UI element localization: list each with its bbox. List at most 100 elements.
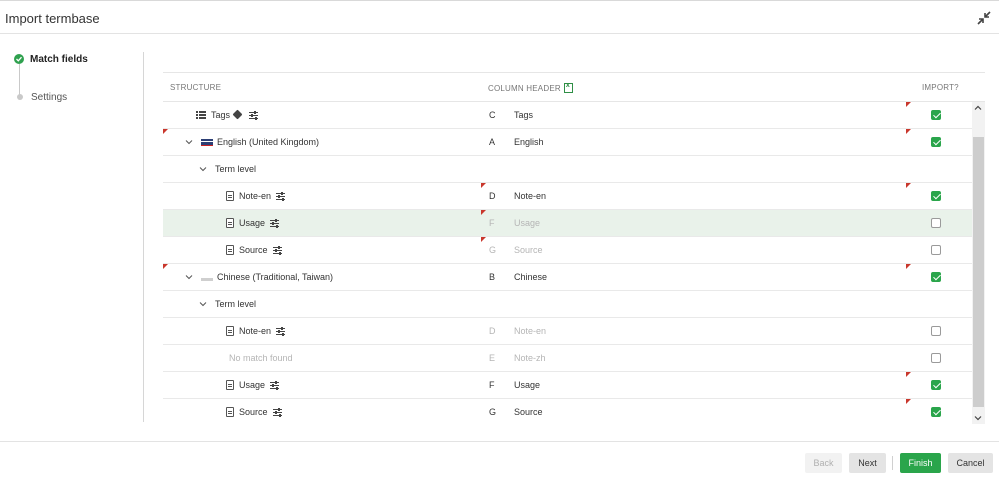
column-header: English xyxy=(514,137,544,147)
structure-cell: Usage xyxy=(226,372,280,398)
marker-icon xyxy=(163,129,168,134)
table-row: Note-en D Note-en xyxy=(163,183,972,210)
row-label: Term level xyxy=(215,164,257,174)
sliders-icon[interactable] xyxy=(270,219,280,228)
table-row: Source G Source xyxy=(163,399,972,424)
column-header: Note-zh xyxy=(514,353,546,363)
sliders-icon[interactable] xyxy=(270,381,280,390)
row-label: No match found xyxy=(229,353,293,363)
structure-cell: Tags xyxy=(196,102,259,128)
scroll-up-icon[interactable] xyxy=(974,104,982,112)
column-letter: A xyxy=(489,137,496,147)
list-icon xyxy=(196,111,206,119)
scroll-down-icon[interactable] xyxy=(974,414,982,422)
row-label: Usage xyxy=(239,380,266,390)
column-header: Usage xyxy=(514,218,541,228)
structure-cell: Note-en xyxy=(226,183,286,209)
row-label: Note-en xyxy=(239,326,272,336)
sliders-icon[interactable] xyxy=(276,192,286,201)
check-icon xyxy=(14,54,24,64)
marker-icon xyxy=(481,183,486,188)
column-header: Note-en xyxy=(514,191,547,201)
column-letter: F xyxy=(489,380,495,390)
stepper-divider xyxy=(143,52,144,422)
document-icon xyxy=(226,407,234,417)
dialog-footer: Back Next Finish Cancel xyxy=(0,441,999,478)
chevron-down-icon[interactable] xyxy=(199,300,207,308)
step-match-fields[interactable]: Match fields xyxy=(14,51,88,67)
row-label: English (United Kingdom) xyxy=(217,137,320,147)
import-checkbox[interactable] xyxy=(931,380,941,390)
cancel-button[interactable]: Cancel xyxy=(948,453,993,473)
sliders-icon[interactable] xyxy=(272,246,282,255)
column-letter: B xyxy=(489,272,496,282)
button-separator xyxy=(892,456,893,470)
column-letter: G xyxy=(489,245,497,255)
step-settings[interactable]: Settings xyxy=(14,89,67,105)
stepper: Match fields Settings xyxy=(0,34,143,424)
row-label: Note-en xyxy=(239,191,272,201)
column-letter: D xyxy=(489,191,496,201)
table-row: Chinese (Traditional, Taiwan) B Chinese xyxy=(163,264,972,291)
import-checkbox[interactable] xyxy=(931,245,941,255)
column-letter: D xyxy=(489,326,496,336)
table-row: Source G Source xyxy=(163,237,972,264)
structure-cell: Usage xyxy=(226,210,280,236)
mapping-table: STRUCTURE COLUMN HEADER IMPORT? Tags C T… xyxy=(163,72,985,424)
row-label: Source xyxy=(239,245,268,255)
column-header: Note-en xyxy=(514,326,547,336)
marker-icon xyxy=(906,102,911,107)
import-checkbox[interactable] xyxy=(931,110,941,120)
table-row: Note-en D Note-en xyxy=(163,318,972,345)
import-checkbox[interactable] xyxy=(931,407,941,417)
step-dot-icon xyxy=(17,94,23,100)
document-icon xyxy=(226,191,234,201)
marker-icon xyxy=(906,399,911,404)
column-letter: G xyxy=(489,407,497,417)
document-icon xyxy=(226,380,234,390)
import-checkbox[interactable] xyxy=(931,191,941,201)
column-header: Source xyxy=(514,245,543,255)
flag-icon xyxy=(201,277,213,281)
structure-cell: Source xyxy=(226,237,282,263)
row-label: Source xyxy=(239,407,268,417)
structure-cell: Term level xyxy=(199,156,256,182)
column-letter: E xyxy=(489,353,496,363)
marker-icon xyxy=(906,183,911,188)
sliders-icon[interactable] xyxy=(276,327,286,336)
table-row: Usage F Usage xyxy=(163,372,972,399)
column-header: Source xyxy=(514,407,543,417)
finish-button[interactable]: Finish xyxy=(900,453,941,473)
marker-icon xyxy=(906,372,911,377)
structure-cell: Source xyxy=(226,399,282,424)
column-header: Usage xyxy=(514,380,541,390)
step-label: Match fields xyxy=(30,53,88,65)
next-button[interactable]: Next xyxy=(849,453,886,473)
marker-icon xyxy=(481,237,486,242)
table-body: Tags C Tags English (United Kingdom) A E… xyxy=(163,102,972,424)
sliders-icon[interactable] xyxy=(272,408,282,417)
vertical-scrollbar[interactable] xyxy=(972,102,985,424)
back-button[interactable]: Back xyxy=(805,453,842,473)
sliders-icon[interactable] xyxy=(249,111,259,120)
collapse-icon[interactable] xyxy=(976,10,992,26)
chevron-down-icon[interactable] xyxy=(185,273,193,281)
import-checkbox[interactable] xyxy=(931,272,941,282)
import-checkbox[interactable] xyxy=(931,353,941,363)
table-row: No match found E Note-zh xyxy=(163,345,972,372)
step-label: Settings xyxy=(31,91,68,103)
row-label: Usage xyxy=(239,218,266,228)
import-checkbox[interactable] xyxy=(931,137,941,147)
header-column-label: COLUMN HEADER xyxy=(488,83,561,93)
chevron-down-icon[interactable] xyxy=(199,165,207,173)
row-label: Term level xyxy=(215,299,257,309)
import-checkbox[interactable] xyxy=(931,218,941,228)
row-label: Tags xyxy=(211,110,231,120)
structure-cell: Chinese (Traditional, Taiwan) xyxy=(185,264,333,290)
column-letter: F xyxy=(489,218,495,228)
chevron-down-icon[interactable] xyxy=(185,138,193,146)
header-structure: STRUCTURE xyxy=(170,83,222,92)
header-import: IMPORT? xyxy=(922,83,959,92)
import-checkbox[interactable] xyxy=(931,326,941,336)
scroll-thumb[interactable] xyxy=(973,137,984,407)
